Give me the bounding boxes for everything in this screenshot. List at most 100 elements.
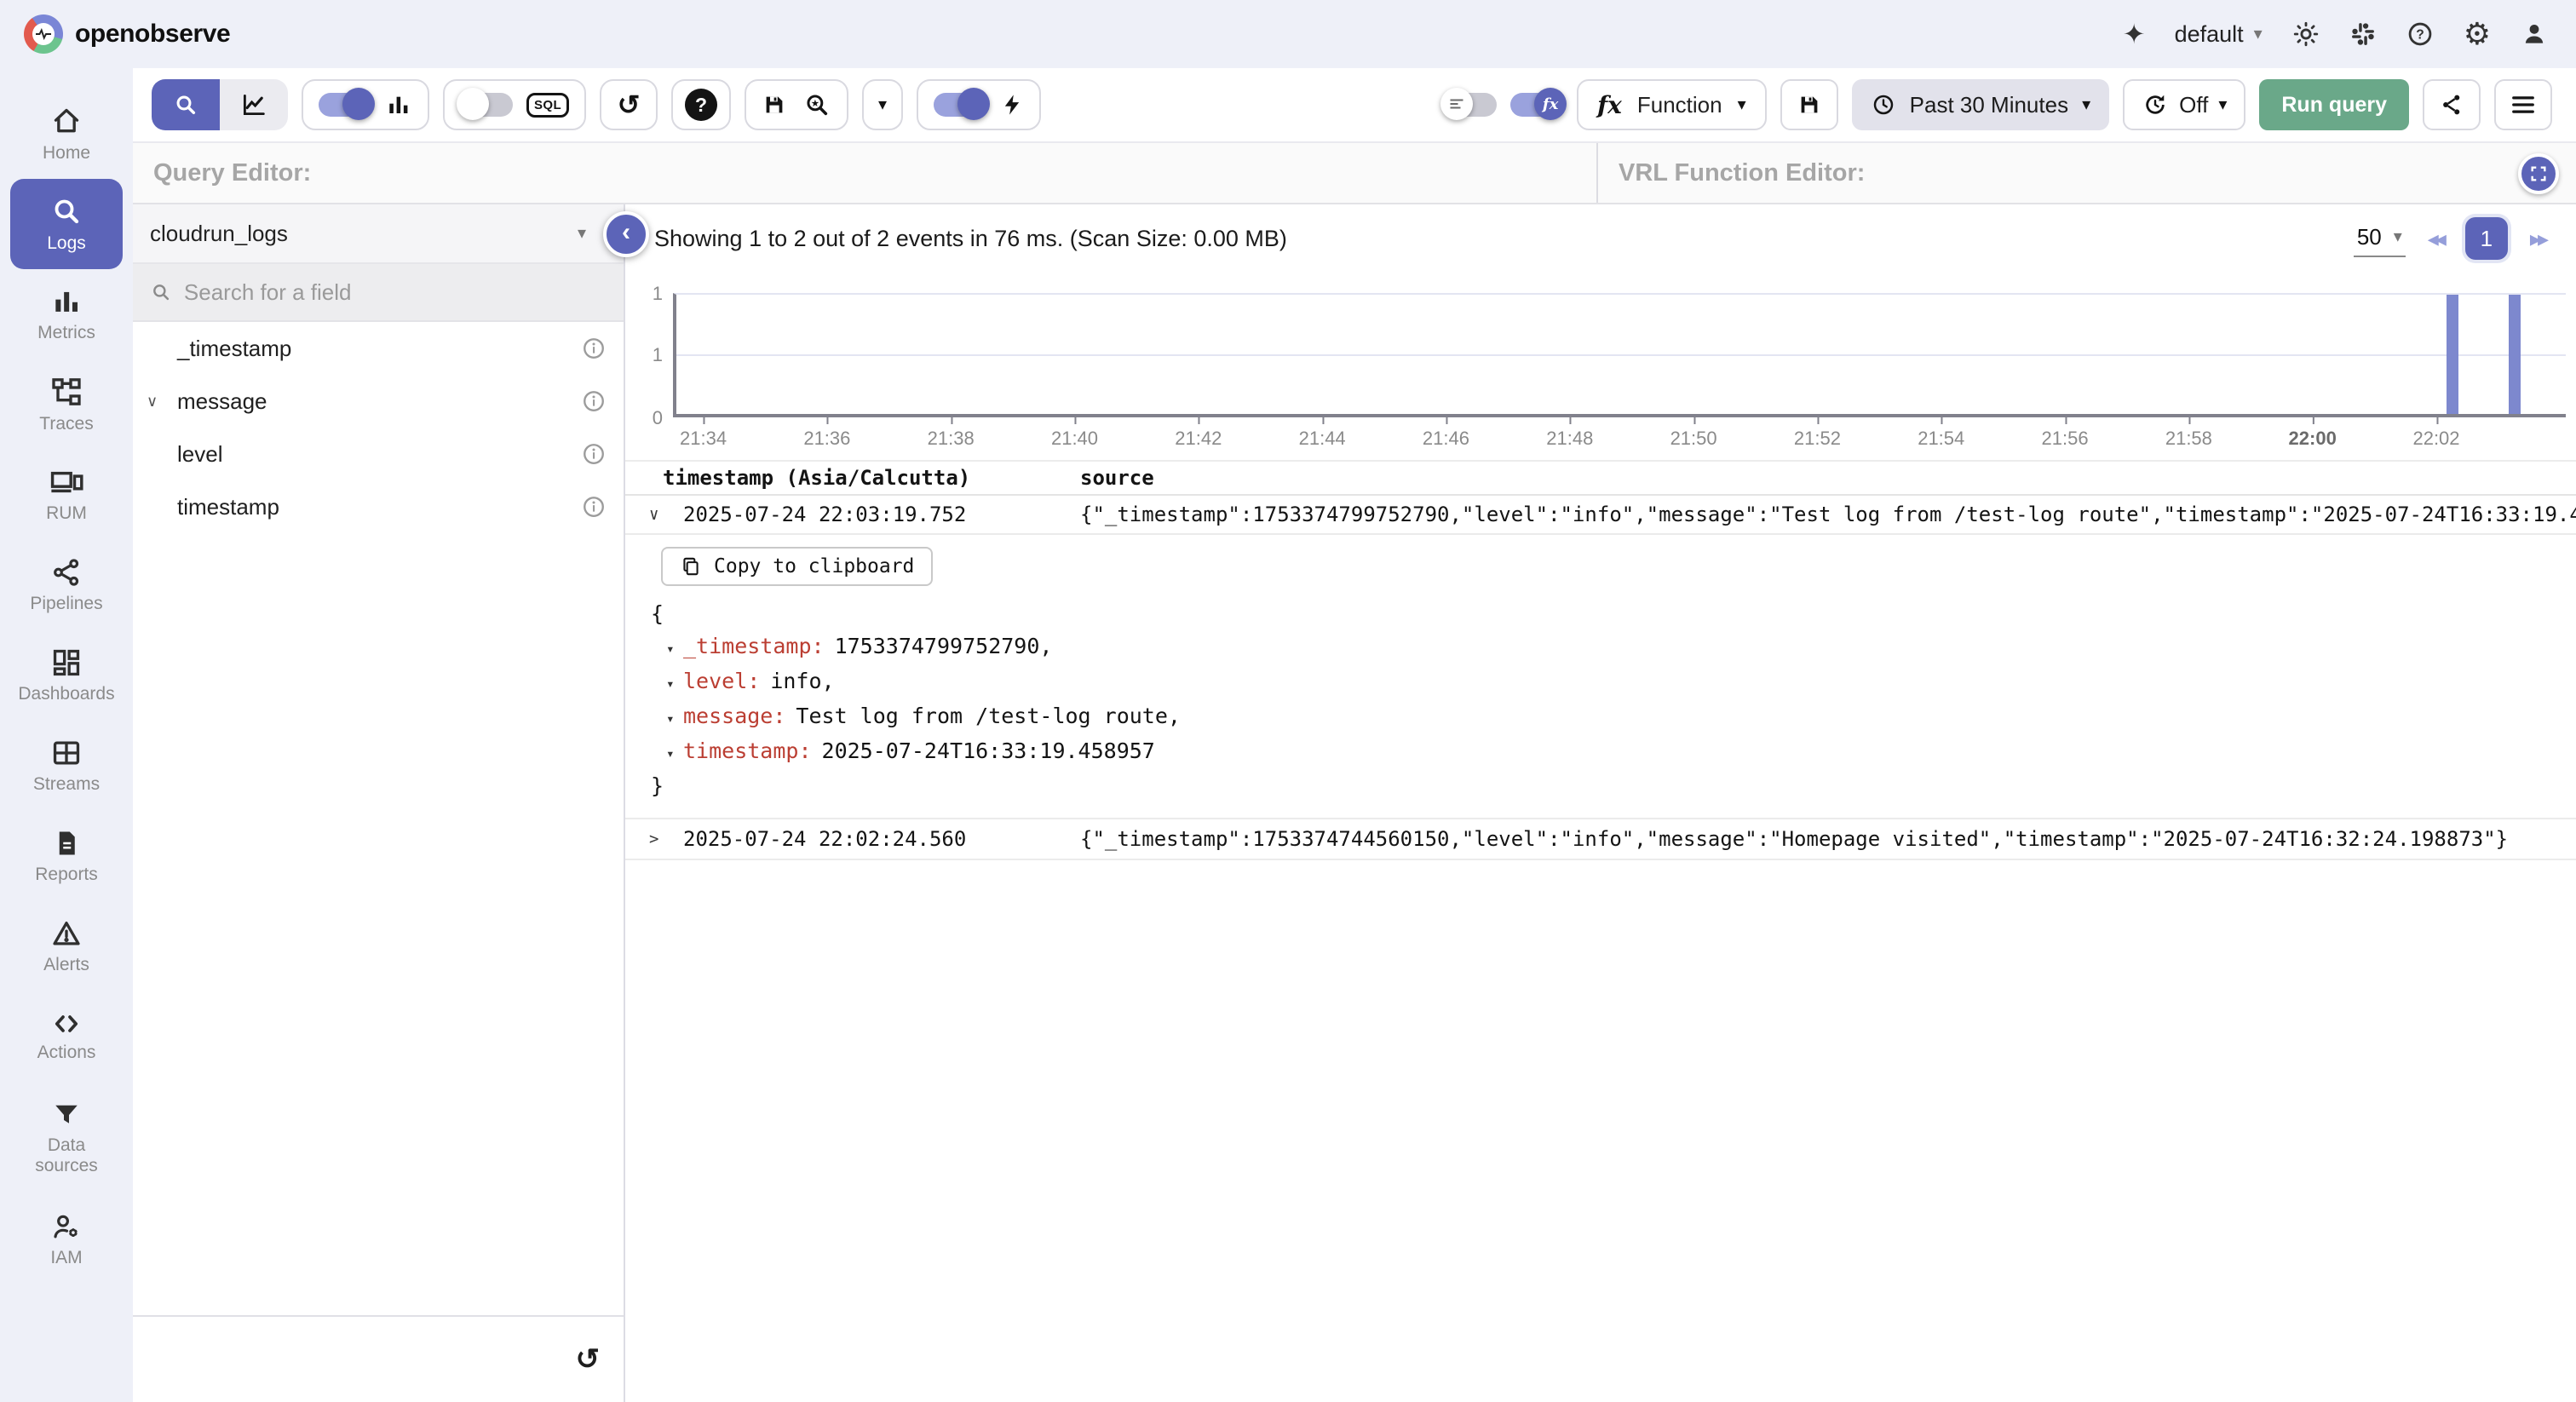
sidebar-item-iam[interactable]: IAM [0,1194,133,1284]
theme-toggle-sun-icon[interactable] [2291,20,2320,49]
collapse-arrow-icon[interactable]: ▾ [666,738,683,770]
collapse-arrow-icon[interactable]: ▾ [666,703,683,735]
refresh-clock-icon [2142,91,2169,118]
json-brace-open: { [651,598,2576,630]
sidebar-item-pipelines[interactable]: Pipelines [0,540,133,630]
user-gear-icon [49,1210,83,1243]
query-editor[interactable]: Query Editor: [133,143,1596,203]
field-item-timestamp[interactable]: timestamp [133,480,624,533]
row-expand-icon[interactable]: > [649,830,683,848]
user-avatar-icon[interactable] [2520,20,2549,49]
fullscreen-button[interactable] [2518,153,2559,194]
vrl-function-editor[interactable]: VRL Function Editor: [1596,143,2576,203]
log-row-2[interactable]: > 2025-07-24 22:02:24.560 {"_timestamp":… [625,819,2576,860]
fx-icon: fx [1543,95,1558,113]
settings-gear-icon[interactable]: ⚙ [2464,19,2491,49]
time-range-select[interactable]: Past 30 Minutes ▾ [1852,79,2109,130]
saved-views-dropdown-button[interactable]: ▾ [862,79,903,130]
collapse-arrow-icon[interactable]: ▾ [666,668,683,700]
events-histogram: 1 1 0 21:3421:3621:3821:4021:4221:4421:4… [625,273,2576,460]
sidebar-item-streams[interactable]: Streams [0,721,133,811]
auto-refresh-select[interactable]: Off ▾ [2123,79,2245,130]
sidebar-item-data-sources[interactable]: Data sources [0,1082,133,1194]
lightning-icon [1000,91,1024,118]
collapse-fields-panel-button[interactable]: ‹ [603,211,649,257]
sidebar-item-traces[interactable]: Traces [0,359,133,450]
vrl-function-toggle[interactable]: fx [1510,93,1563,117]
log-detail-entry: ▾ timestamp: 2025-07-24T16:33:19.458957 [651,735,2576,770]
stream-selector[interactable]: cloudrun_logs ▾ [133,204,624,264]
sparkle-ai-icon[interactable]: ✦ [2123,20,2146,48]
info-icon[interactable] [581,494,607,520]
log-row-1[interactable]: ∨ 2025-07-24 22:03:19.752 {"_timestamp":… [625,496,2576,535]
histogram-plot[interactable] [673,293,2566,417]
sidebar-item-metrics[interactable]: Metrics [0,269,133,359]
per-page-select[interactable]: 50 ▾ [2354,221,2406,257]
sidebar-item-rum[interactable]: RUM [0,450,133,540]
more-menu-button[interactable] [2494,79,2552,130]
line-chart-icon [239,90,268,119]
log-timestamp: 2025-07-24 22:03:19.752 [683,503,1080,526]
wrap-lines-toggle[interactable] [1444,93,1497,117]
field-search-input[interactable] [184,279,607,306]
save-function-button[interactable] [1780,79,1838,130]
stream-name: cloudrun_logs [150,221,288,247]
sidebar-item-alerts[interactable]: Alerts [0,901,133,991]
auto-refresh-value: Off [2179,92,2208,118]
x-axis-tick-label: 21:40 [1051,428,1098,450]
home-icon [49,104,83,138]
sidebar-item-reports[interactable]: Reports [0,811,133,901]
last-page-button[interactable]: ▸▸ [2530,226,2545,252]
json-key: _timestamp: [683,630,825,663]
slack-icon[interactable] [2349,20,2377,48]
collapse-arrow-icon[interactable]: ▾ [666,633,683,665]
brand[interactable]: openobserve [24,14,230,54]
save-search-icon[interactable] [762,92,787,118]
histogram-bar[interactable] [2509,295,2521,414]
function-select[interactable]: fx Function ▾ [1577,79,1767,130]
json-key: level: [683,665,760,698]
x-axis-tick-label: 21:58 [2165,428,2212,450]
help-icon[interactable]: ? [2406,20,2435,49]
sidebar-item-dashboards[interactable]: Dashboards [0,630,133,721]
function-select-value: Function [1637,92,1722,118]
info-icon[interactable] [581,388,607,414]
histogram-toggle[interactable] [319,93,371,117]
openobserve-logo-icon [24,14,63,54]
syntax-help-button[interactable]: ? [671,79,731,130]
x-axis-tick-label: 22:00 [2289,428,2337,450]
quick-mode-toggle[interactable] [934,93,986,117]
visualize-mode-button[interactable] [220,79,288,130]
sidebar-item-actions[interactable]: Actions [0,991,133,1082]
chevron-down-icon: ▾ [2082,96,2090,113]
copy-to-clipboard-button[interactable]: Copy to clipboard [661,547,933,586]
field-item-timestamp-internal[interactable]: _timestamp [133,322,624,375]
histogram-icon [385,91,412,118]
chevron-down-icon[interactable]: ∨ [147,393,169,411]
info-icon[interactable] [581,336,607,361]
sidebar-item-home[interactable]: Home [0,89,133,179]
first-page-button[interactable]: ◂◂ [2428,226,2443,252]
refresh-fields-icon[interactable]: ↺ [576,1342,601,1376]
reset-filters-button[interactable]: ↺ [600,79,658,130]
saved-views-icon[interactable]: ★ [802,90,831,119]
run-query-button[interactable]: Run query [2259,79,2409,130]
hamburger-menu-icon [2510,94,2536,116]
search-mode-button[interactable] [152,79,220,130]
share-button[interactable] [2423,79,2481,130]
log-detail-entry: ▾ level: info, [651,665,2576,700]
field-item-level[interactable]: level [133,428,624,480]
sql-mode-toggle[interactable] [460,93,513,117]
histogram-bar[interactable] [2447,295,2458,414]
current-page-button[interactable]: 1 [2465,217,2508,260]
info-icon[interactable] [581,441,607,467]
org-name: default [2175,21,2244,48]
sidebar-item-logs[interactable]: Logs [10,179,123,269]
chevron-down-icon: ▾ [2254,26,2263,43]
chevron-down-icon: ▾ [2394,228,2402,245]
row-expand-icon[interactable]: ∨ [649,505,683,524]
org-selector[interactable]: default ▾ [2175,21,2263,48]
view-mode-segment [152,79,288,130]
field-item-message[interactable]: ∨ message [133,375,624,428]
openobserve-app: openobserve ✦ default ▾ [0,0,2576,1402]
